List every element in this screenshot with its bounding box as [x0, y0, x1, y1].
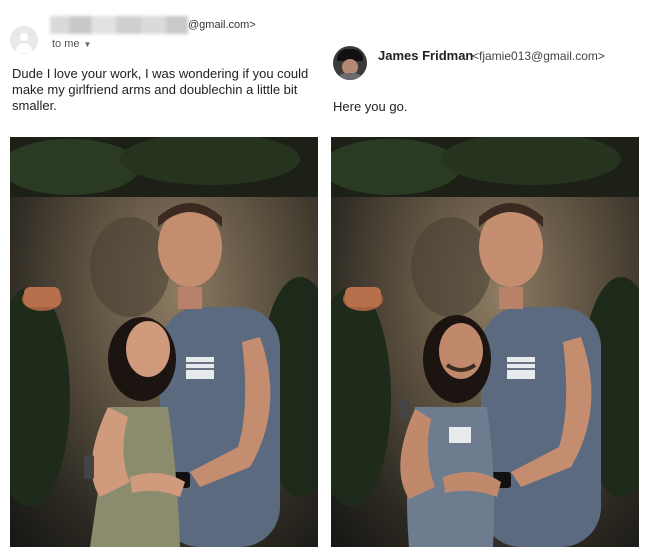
- default-user-avatar-icon: [10, 26, 38, 54]
- original-photo: [10, 137, 318, 547]
- blurred-sender-name: [50, 16, 188, 34]
- reply-sender-email: <fjamie013@gmail.com>: [472, 49, 605, 63]
- recipient-dropdown[interactable]: to me ▼: [52, 38, 91, 50]
- chevron-down-icon[interactable]: ▼: [84, 40, 92, 49]
- edited-photo-illustration: [331, 137, 639, 547]
- recipient-label: to me: [52, 38, 80, 50]
- original-message-body: Dude I love your work, I was wondering i…: [12, 66, 309, 113]
- reply-message-body: Here you go.: [333, 99, 408, 114]
- original-photo-illustration: [10, 137, 318, 547]
- sender-email: @gmail.com>: [188, 19, 256, 31]
- edited-photo: [331, 137, 639, 547]
- reply-sender-name: James Fridman: [378, 48, 474, 63]
- reply-sender-avatar: [333, 46, 367, 80]
